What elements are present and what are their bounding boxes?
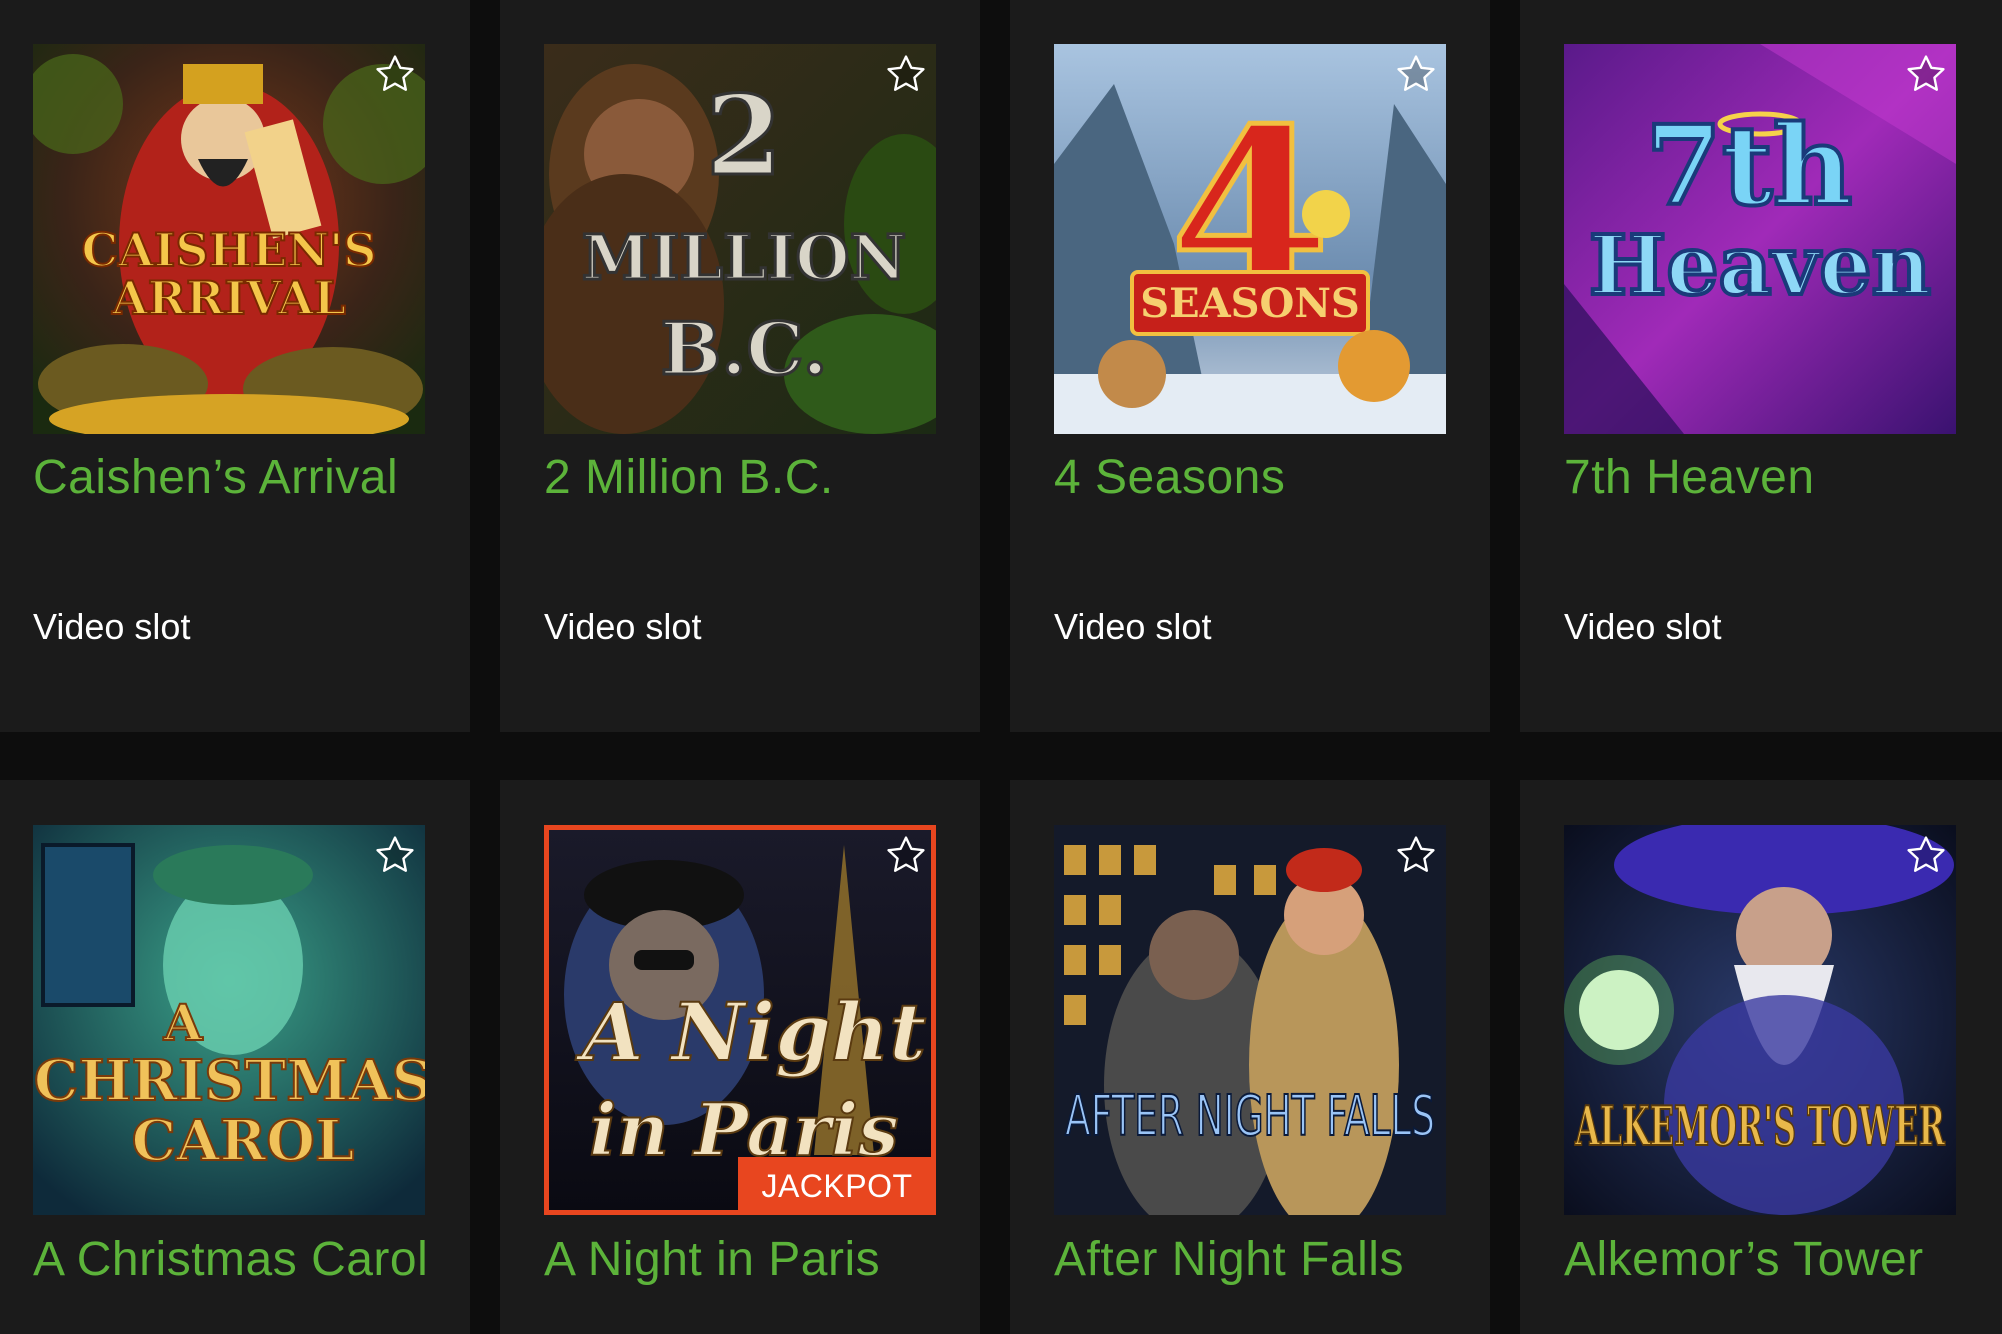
game-title[interactable]: 7th Heaven xyxy=(1564,450,1815,505)
game-title[interactable]: Alkemor’s Tower xyxy=(1564,1232,1924,1287)
game-grid: CAISHEN'S ARRIVAL Caishen’s Arrival Vide… xyxy=(0,0,2002,1334)
art-title-line-1: A xyxy=(163,993,204,1052)
game-title[interactable]: A Christmas Carol xyxy=(33,1232,428,1287)
art-title-line-1: 7th xyxy=(1645,101,1852,230)
game-thumbnail[interactable]: A Night in Paris JACKPOT xyxy=(544,825,936,1215)
game-thumbnail[interactable]: 2 MILLION B.C. xyxy=(544,44,936,434)
favorite-button[interactable] xyxy=(371,831,419,879)
art-title-line-3: CAROL xyxy=(132,1108,355,1174)
game-thumbnail[interactable]: CAISHEN'S ARRIVAL xyxy=(33,44,425,434)
game-type: Video slot xyxy=(33,606,191,647)
game-card-7th-heaven[interactable]: 7th Heaven 7th Heaven Video slot xyxy=(1520,0,2002,732)
game-card-caishens-arrival[interactable]: CAISHEN'S ARRIVAL Caishen’s Arrival Vide… xyxy=(0,0,470,732)
game-type: Video slot xyxy=(1564,606,1722,647)
favorite-button[interactable] xyxy=(1392,50,1440,98)
game-card-a-night-in-paris[interactable]: A Night in Paris JACKPOT A Night in Pari… xyxy=(500,780,980,1334)
art-title-line-3: B.C. xyxy=(660,306,827,391)
favorite-button[interactable] xyxy=(1392,831,1440,879)
star-outline-icon xyxy=(376,836,414,872)
jackpot-badge: JACKPOT xyxy=(738,1157,936,1215)
favorite-button[interactable] xyxy=(882,50,930,98)
favorite-button[interactable] xyxy=(371,50,419,98)
favorite-button[interactable] xyxy=(1902,831,1950,879)
art-title-line-1: 2 xyxy=(706,71,783,200)
game-thumbnail[interactable]: 4 SEASONS xyxy=(1054,44,1446,434)
game-thumbnail[interactable]: AFTER NIGHT FALLS xyxy=(1054,825,1446,1215)
star-outline-icon xyxy=(1907,836,1945,872)
game-title[interactable]: Caishen’s Arrival xyxy=(33,450,398,505)
game-title[interactable]: After Night Falls xyxy=(1054,1232,1404,1287)
game-art: 2 MILLION B.C. xyxy=(544,44,936,434)
game-art: 7th Heaven xyxy=(1564,44,1956,434)
art-title-line-1: ALKEMOR'S TOWER xyxy=(1574,1094,1945,1158)
game-card-alkemors-tower[interactable]: ALKEMOR'S TOWER Alkemor’s Tower xyxy=(1520,780,2002,1334)
art-title-line-2: MILLION xyxy=(582,221,907,294)
favorite-button[interactable] xyxy=(882,831,930,879)
favorite-button[interactable] xyxy=(1902,50,1950,98)
game-thumbnail[interactable]: 7th Heaven xyxy=(1564,44,1956,434)
game-thumbnail[interactable]: A CHRISTMAS CAROL xyxy=(33,825,425,1215)
game-card-a-christmas-carol[interactable]: A CHRISTMAS CAROL A Christmas Carol xyxy=(0,780,470,1334)
game-art: CAISHEN'S ARRIVAL xyxy=(33,44,425,434)
art-title-line-2: Heaven xyxy=(1589,218,1931,314)
art-title-line-1: CAISHEN'S xyxy=(82,223,377,277)
game-art: AFTER NIGHT FALLS xyxy=(1054,825,1446,1215)
game-art: A CHRISTMAS CAROL xyxy=(33,825,425,1215)
game-thumbnail[interactable]: ALKEMOR'S TOWER xyxy=(1564,825,1956,1215)
star-outline-icon xyxy=(376,55,414,91)
game-type: Video slot xyxy=(544,606,702,647)
art-title-line-2: ARRIVAL xyxy=(111,271,346,325)
game-card-2-million-bc[interactable]: 2 MILLION B.C. 2 Million B.C. Video slot xyxy=(500,0,980,732)
game-card-4-seasons[interactable]: 4 SEASONS 4 Seasons Video slot xyxy=(1010,0,1490,732)
star-outline-icon xyxy=(887,836,925,872)
game-art: 4 SEASONS xyxy=(1054,44,1446,434)
star-outline-icon xyxy=(887,55,925,91)
art-title-line-1: AFTER NIGHT FALLS xyxy=(1065,1084,1435,1149)
game-art: ALKEMOR'S TOWER xyxy=(1564,825,1956,1215)
art-title-line-2: SEASONS xyxy=(1140,280,1360,327)
game-card-after-night-falls[interactable]: AFTER NIGHT FALLS After Night Falls xyxy=(1010,780,1490,1334)
star-outline-icon xyxy=(1907,55,1945,91)
game-title[interactable]: 2 Million B.C. xyxy=(544,450,834,505)
game-type: Video slot xyxy=(1054,606,1212,647)
art-title-line-1: A Night xyxy=(575,985,927,1079)
star-outline-icon xyxy=(1397,55,1435,91)
game-title[interactable]: A Night in Paris xyxy=(544,1232,880,1287)
game-title[interactable]: 4 Seasons xyxy=(1054,450,1285,505)
star-outline-icon xyxy=(1397,836,1435,872)
art-title-line-2: CHRISTMAS xyxy=(34,1048,425,1114)
